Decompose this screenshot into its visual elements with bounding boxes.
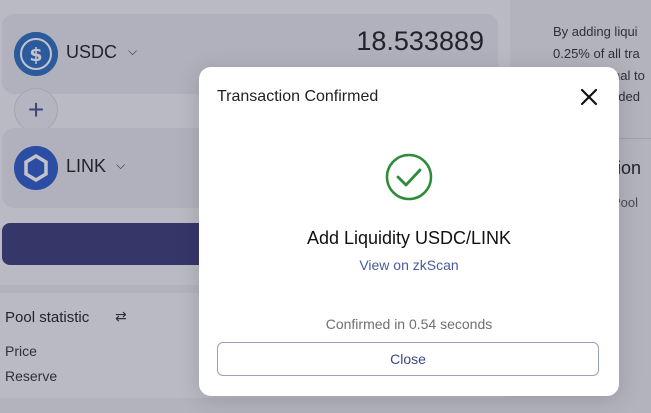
- check-circle-icon: [385, 153, 433, 201]
- confirmation-time-text: Confirmed in 0.54 seconds: [325, 316, 493, 332]
- transaction-title: Add Liquidity USDC/LINK: [306, 228, 512, 248]
- view-on-zkscan-link[interactable]: View on zkScan: [199, 257, 619, 273]
- close-button[interactable]: Close: [217, 342, 599, 376]
- dialog-title: Transaction Confirmed: [217, 88, 379, 105]
- close-icon[interactable]: [579, 87, 599, 107]
- transaction-confirmed-dialog: Transaction Confirmed Add Liquidity USDC…: [199, 67, 619, 396]
